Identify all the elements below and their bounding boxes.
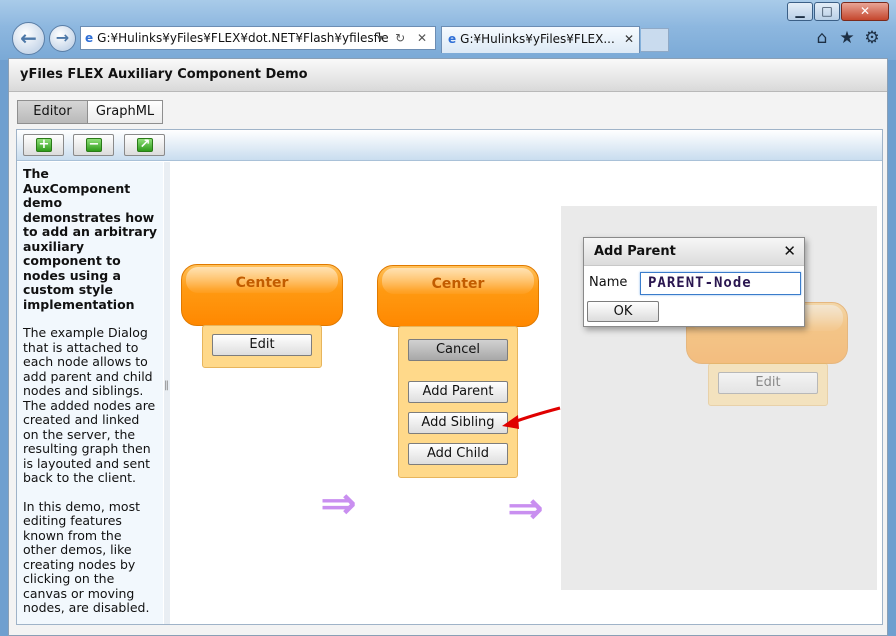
tab-title: G:¥Hulinks¥yFiles¥FLEX... xyxy=(460,32,615,46)
forward-icon[interactable]: → xyxy=(49,25,76,52)
editor-panel: + − ↗ The AuxComponent demo demonstrates… xyxy=(16,129,883,625)
red-pointer-icon xyxy=(502,406,561,429)
description-lead: The AuxComponent demo demonstrates how t… xyxy=(23,166,158,312)
back-icon[interactable]: ← xyxy=(12,22,45,55)
browser-tab[interactable]: e G:¥Hulinks¥yFiles¥FLEX... ✕ xyxy=(441,26,640,53)
home-icon[interactable]: ⌂ xyxy=(812,28,832,48)
edit-button-faded: Edit xyxy=(718,372,818,394)
remove-button[interactable]: − xyxy=(73,134,114,156)
ok-button[interactable]: OK xyxy=(587,301,659,322)
tab-graphml[interactable]: GraphML xyxy=(87,100,163,124)
browser-chrome: ▁ □ ✕ ← → e G:¥Hulinks¥yFiles¥FLEX¥dot.NE… xyxy=(0,0,896,60)
add-parent-dialog: Add Parent ✕ Name PARENT-Node OK xyxy=(583,237,805,327)
cancel-button[interactable]: Cancel xyxy=(408,339,508,361)
name-label: Name xyxy=(589,275,628,290)
splitter-grip-icon[interactable]: ‖ xyxy=(164,380,169,391)
add-button[interactable]: + xyxy=(23,134,64,156)
ie-page-icon: e xyxy=(85,31,94,45)
name-input[interactable]: PARENT-Node xyxy=(640,272,801,295)
ie-tab-icon: e xyxy=(448,32,457,46)
purple-arrow-icon: ⇒ xyxy=(320,478,357,529)
description-paragraph-2: The example Dialog that is attached to e… xyxy=(23,325,156,485)
close-icon[interactable]: ✕ xyxy=(783,238,796,265)
star-icon[interactable]: ★ xyxy=(837,28,857,48)
tab-editor[interactable]: Editor xyxy=(17,100,88,124)
close-window-button[interactable]: ✕ xyxy=(841,2,889,21)
node-center-1[interactable]: Center xyxy=(181,264,343,326)
app-title: yFiles FLEX Auxiliary Component Demo xyxy=(9,59,887,92)
aux-component-1: Edit xyxy=(202,325,322,368)
tab-close-icon[interactable]: ✕ xyxy=(624,27,634,51)
address-bar[interactable]: e G:¥Hulinks¥yFiles¥FLEX¥dot.NET¥Flash¥yf… xyxy=(80,26,436,50)
maximize-button[interactable]: □ xyxy=(814,2,840,21)
node-label: Center xyxy=(235,275,289,291)
edit-button[interactable]: Edit xyxy=(212,334,312,356)
add-child-button[interactable]: Add Child xyxy=(408,443,508,465)
fit-button[interactable]: ↗ xyxy=(124,134,165,156)
address-actions-icon[interactable]: ▾ ↻ ✕ xyxy=(377,27,431,49)
remove-icon: − xyxy=(86,138,102,152)
add-parent-button[interactable]: Add Parent xyxy=(408,381,508,403)
node-center-2[interactable]: Center xyxy=(377,265,539,327)
page: yFiles FLEX Auxiliary Component Demo Edi… xyxy=(8,58,888,636)
address-text: G:¥Hulinks¥yFiles¥FLEX¥dot.NET¥Flash¥yfi… xyxy=(97,31,389,45)
aux-component-faded: Edit xyxy=(708,363,828,406)
new-tab-button[interactable] xyxy=(641,28,669,52)
graph-canvas[interactable]: Center Edit Center Cancel Add Parent Add… xyxy=(170,162,882,624)
aux-component-2: Cancel Add Parent Add Sibling Add Child xyxy=(398,326,518,478)
description-paragraph-3: In this demo, most editing features know… xyxy=(23,498,150,615)
gear-icon[interactable]: ⚙ xyxy=(862,28,882,48)
node-label: Center xyxy=(431,276,485,292)
dialog-title: Add Parent xyxy=(584,238,804,266)
minimize-button[interactable]: ▁ xyxy=(787,2,813,21)
add-icon: + xyxy=(36,138,52,152)
add-sibling-button[interactable]: Add Sibling xyxy=(408,412,508,434)
fit-icon: ↗ xyxy=(137,138,153,152)
purple-arrow-icon: ⇒ xyxy=(507,483,544,534)
toolbar: + − ↗ xyxy=(17,130,882,161)
description-panel: The AuxComponent demo demonstrates how t… xyxy=(17,162,163,624)
